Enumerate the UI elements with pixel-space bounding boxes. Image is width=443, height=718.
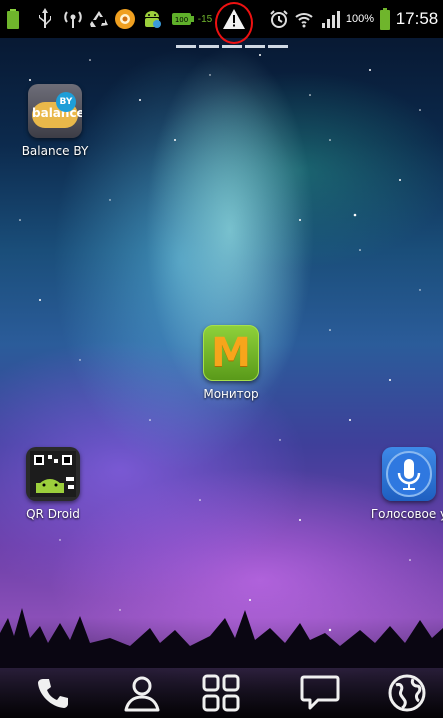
browser-globe-icon[interactable] bbox=[382, 670, 432, 716]
qr-droid-app-icon bbox=[26, 447, 80, 501]
signal-strength-value: -15 bbox=[197, 13, 213, 25]
monitor-app-icon: M bbox=[203, 325, 259, 381]
app-monitor[interactable]: M Монитор bbox=[194, 325, 268, 401]
android-icon bbox=[140, 6, 164, 32]
status-bar: 100 -15 100% 17:58 bbox=[0, 0, 443, 44]
contacts-icon[interactable] bbox=[117, 670, 167, 716]
page-indicator bbox=[176, 45, 288, 51]
balance-by-app-icon: balance BY bbox=[28, 84, 82, 138]
phone-icon[interactable] bbox=[28, 670, 78, 716]
app-qr-droid[interactable]: QR Droid bbox=[12, 447, 94, 521]
app-label: Голосовое у bbox=[370, 507, 443, 521]
app-balance-by[interactable]: balance BY Balance BY bbox=[14, 84, 96, 158]
alarm-icon bbox=[268, 6, 290, 32]
app-notification-icon bbox=[113, 6, 137, 32]
dock bbox=[0, 668, 443, 718]
battery-100-icon: 100 bbox=[172, 6, 194, 32]
wifi-hotspot-icon bbox=[62, 6, 84, 32]
clock: 17:58 bbox=[395, 9, 439, 28]
battery-small-icon bbox=[6, 6, 20, 32]
battery-percent: 100% bbox=[345, 13, 375, 25]
usb-icon bbox=[36, 6, 54, 32]
app-label: Balance BY bbox=[21, 144, 89, 158]
wifi-icon bbox=[293, 6, 315, 32]
app-label: Монитор bbox=[203, 387, 259, 401]
tree-silhouettes bbox=[0, 608, 443, 668]
app-voice-search[interactable]: Голосовое у bbox=[366, 447, 443, 521]
recycle-icon bbox=[88, 6, 110, 32]
warning-highlight-circle bbox=[215, 2, 253, 44]
apps-grid-icon[interactable] bbox=[196, 670, 246, 716]
app-label: QR Droid bbox=[26, 507, 80, 521]
voice-search-app-icon bbox=[382, 447, 436, 501]
svg-text:100: 100 bbox=[175, 16, 188, 24]
battery-icon bbox=[379, 6, 391, 32]
signal-icon bbox=[320, 6, 342, 32]
messages-icon[interactable] bbox=[295, 670, 345, 716]
